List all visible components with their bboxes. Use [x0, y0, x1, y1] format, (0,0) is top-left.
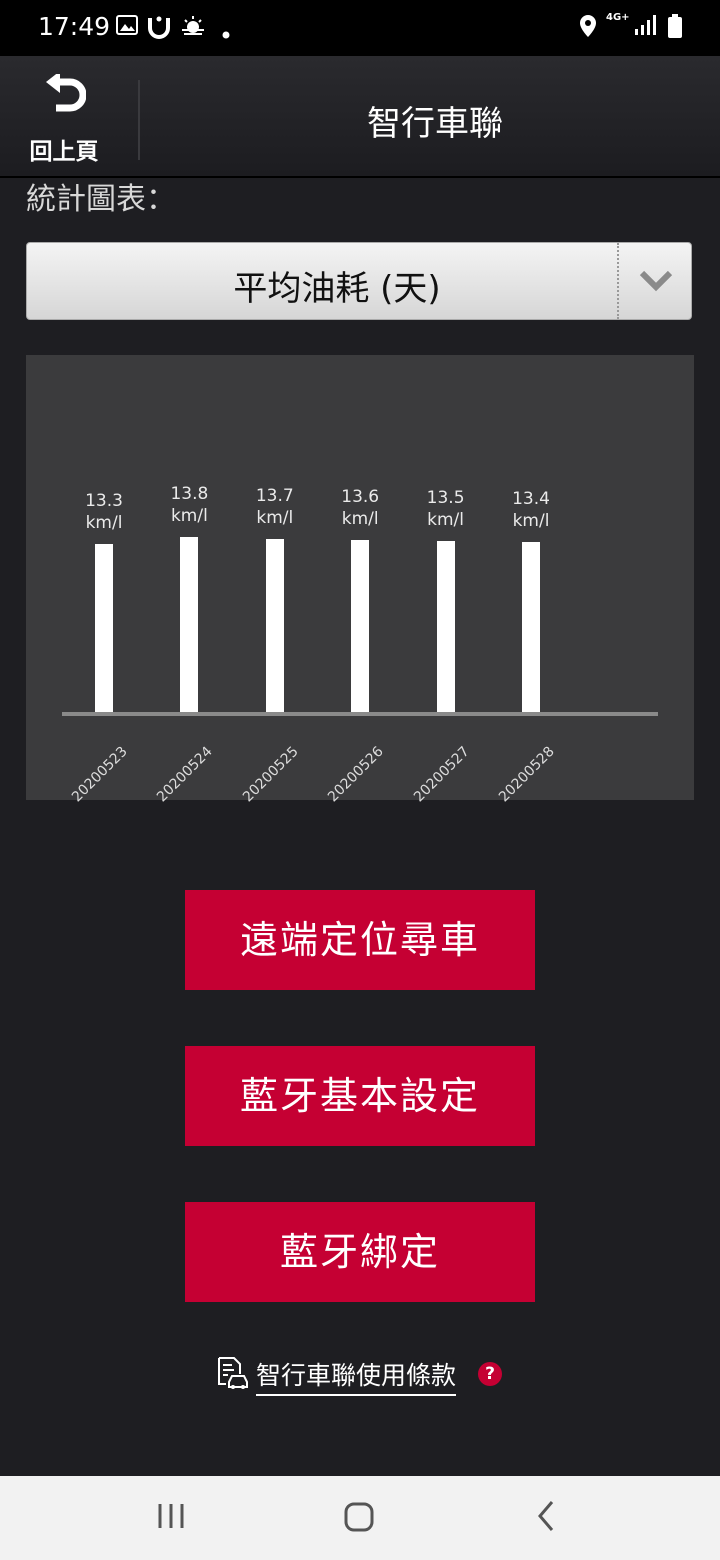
chart-value-unit: km/l	[427, 510, 465, 531]
recent-apps-icon[interactable]	[156, 1502, 186, 1534]
chart-value-number: 13.5	[426, 488, 465, 509]
fuel-consumption-chart: 13.3 km/l 20200523 13.8 km/l 20200524 13.7 km/l…	[26, 355, 694, 805]
section-label: 統計圖表：	[26, 182, 176, 217]
chart-value-unit: km/l	[341, 508, 379, 529]
chart-baseline	[62, 712, 658, 716]
chart-type-selected-value: 平均油耗 (天)	[233, 269, 441, 309]
gallery-icon	[116, 14, 138, 40]
chart-date-label: 20200527	[410, 743, 473, 806]
chart-value-label: 13.6 km/l	[320, 486, 400, 530]
chart-date-label: 20200525	[239, 743, 302, 806]
signal-icon	[634, 14, 656, 40]
chart-value-number: 13.3	[85, 490, 123, 511]
home-icon[interactable]	[344, 1502, 374, 1536]
u-app-icon	[146, 14, 172, 44]
network-type-icon: 4G+	[606, 12, 630, 23]
chart-date-label: 20200524	[154, 743, 217, 806]
bluetooth-settings-button[interactable]: 藍牙基本設定	[185, 1046, 535, 1146]
chevron-down-icon	[639, 269, 673, 297]
weather-icon	[180, 14, 206, 40]
app-header: 回上頁 智行車聯	[0, 56, 720, 178]
document-car-icon	[216, 1356, 250, 1394]
chart-value-label: 13.3 km/l	[64, 490, 144, 534]
chart-value-number: 13.4	[512, 489, 550, 510]
help-icon[interactable]: ?	[478, 1362, 502, 1386]
back-arrow-icon	[44, 71, 87, 124]
chart-type-select[interactable]: 平均油耗 (天)	[26, 242, 692, 320]
notification-dot-icon	[222, 24, 230, 43]
status-time: 17:49	[38, 12, 111, 41]
chart-value-number: 13.8	[170, 484, 209, 505]
chart-bar	[95, 543, 113, 712]
back-nav-icon[interactable]	[536, 1500, 556, 1536]
chart-value-label: 13.7 km/l	[235, 485, 315, 529]
chart-value-number: 13.6	[341, 486, 380, 507]
chart-value-unit: km/l	[170, 506, 208, 527]
chart-value-unit: km/l	[256, 507, 294, 528]
terms-label: 智行車聯使用條款	[256, 1356, 457, 1396]
page-title: 智行車聯	[367, 104, 503, 144]
chart-date-label: 20200523	[69, 743, 131, 806]
chart-bar	[265, 538, 284, 712]
chart-value-label: 13.8 km/l	[149, 483, 229, 527]
location-icon	[578, 14, 598, 42]
status-bar: 17:49 4G+	[0, 0, 720, 56]
chart-value-label: 13.4 km/l	[491, 488, 571, 532]
back-label: 回上頁	[29, 139, 99, 165]
system-nav-bar	[0, 1476, 720, 1560]
chart-date-label: 20200526	[325, 743, 387, 806]
chart-value-number: 13.7	[255, 485, 294, 506]
chart-bar	[436, 541, 455, 712]
chart-value-label: 13.5 km/l	[406, 487, 486, 531]
chart-bar	[351, 539, 370, 712]
chart-bar	[522, 542, 540, 712]
back-button[interactable]: 回上頁	[18, 70, 110, 165]
dropdown-separator	[617, 243, 619, 319]
chart-date-label: 20200528	[496, 743, 558, 806]
bluetooth-binding-button[interactable]: 藍牙綁定	[185, 1202, 535, 1302]
chart-bar	[180, 537, 199, 712]
chart-value-unit: km/l	[512, 511, 550, 532]
remote-locate-car-button[interactable]: 遠端定位尋車	[185, 890, 535, 990]
chart-value-unit: km/l	[85, 512, 123, 533]
battery-icon	[668, 14, 682, 42]
header-divider	[138, 80, 140, 160]
